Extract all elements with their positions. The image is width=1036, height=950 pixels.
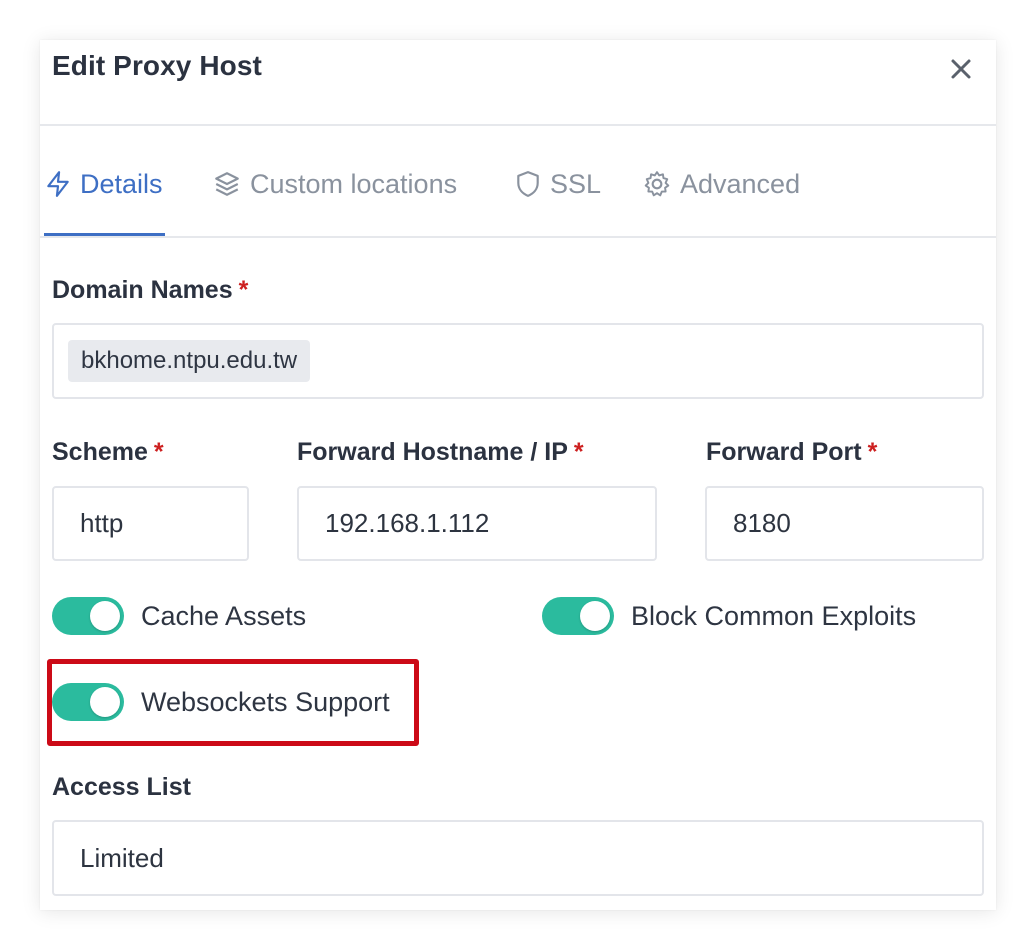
tab-custom-locations[interactable]: Custom locations xyxy=(213,164,457,204)
gear-icon xyxy=(644,171,670,197)
websockets-support-label: Websockets Support xyxy=(141,686,390,717)
block-common-exploits-label: Block Common Exploits xyxy=(631,600,917,631)
shield-icon xyxy=(517,171,539,197)
lightning-icon xyxy=(47,171,69,197)
toggle-knob xyxy=(580,601,610,631)
modal-header: Edit Proxy Host xyxy=(40,40,996,126)
toggle-knob xyxy=(90,601,120,631)
domain-chip[interactable]: bkhome.ntpu.edu.tw xyxy=(68,340,311,382)
access-list-label: Access List xyxy=(52,773,191,801)
scheme-select[interactable]: http xyxy=(52,486,249,561)
toggle-switch[interactable] xyxy=(52,597,124,635)
forward-port-input[interactable]: 8180 xyxy=(705,486,984,561)
toggle-knob xyxy=(90,687,120,717)
required-marker: * xyxy=(153,438,164,466)
scheme-value: http xyxy=(80,508,124,538)
required-marker: * xyxy=(238,276,249,304)
tab-label: Details xyxy=(80,168,163,199)
domain-names-input[interactable]: bkhome.ntpu.edu.tw xyxy=(52,323,984,399)
websockets-support-toggle[interactable]: Websockets Support xyxy=(52,683,390,721)
tab-bar: Details Custom locations SSL Advanced xyxy=(40,126,996,238)
tab-label: Custom locations xyxy=(250,168,458,199)
access-list-select[interactable]: Limited xyxy=(52,820,984,896)
access-list-value: Limited xyxy=(80,842,164,873)
forward-port-label: Forward Port * xyxy=(706,438,878,466)
scheme-label: Scheme * xyxy=(52,438,164,466)
layers-icon xyxy=(215,172,239,196)
forward-hostname-value: 192.168.1.112 xyxy=(325,508,490,538)
tab-advanced[interactable]: Advanced xyxy=(643,164,800,204)
tab-label: Advanced xyxy=(680,168,801,199)
active-tab-indicator xyxy=(44,233,165,236)
tab-label: SSL xyxy=(550,168,602,199)
cache-assets-label: Cache Assets xyxy=(141,600,307,631)
tab-ssl[interactable]: SSL xyxy=(515,164,601,204)
toggle-switch[interactable] xyxy=(542,597,614,635)
modal-title: Edit Proxy Host xyxy=(52,50,262,81)
forward-hostname-label: Forward Hostname / IP * xyxy=(297,438,584,466)
required-marker: * xyxy=(867,438,878,466)
close-icon xyxy=(951,59,971,79)
block-common-exploits-toggle[interactable]: Block Common Exploits xyxy=(542,597,916,635)
cache-assets-toggle[interactable]: Cache Assets xyxy=(52,597,306,635)
forward-hostname-input[interactable]: 192.168.1.112 xyxy=(297,486,657,561)
forward-port-value: 8180 xyxy=(733,508,791,538)
close-button[interactable] xyxy=(944,52,978,86)
toggle-switch[interactable] xyxy=(52,683,124,721)
edit-proxy-host-modal: Edit Proxy Host Details Custom locations xyxy=(40,40,996,910)
tab-details[interactable]: Details xyxy=(45,164,163,204)
domain-names-label: Domain Names * xyxy=(52,276,249,304)
required-marker: * xyxy=(573,438,584,466)
